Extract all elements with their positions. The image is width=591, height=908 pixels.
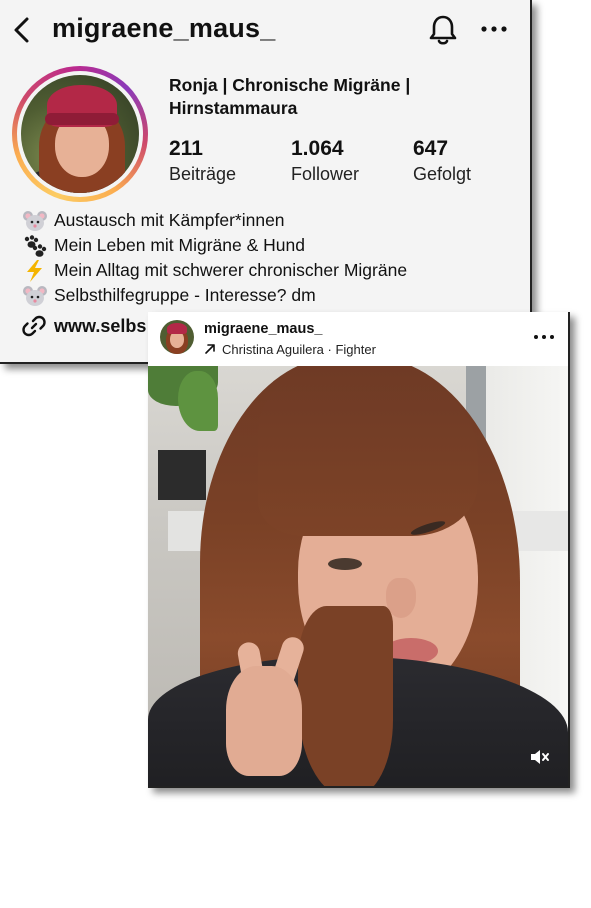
bio-line: Selbsthilfegruppe - Interesse? dm [22,283,522,308]
post-avatar[interactable] [160,320,194,354]
back-arrow-icon [14,17,29,43]
notifications-button[interactable] [427,13,459,47]
profile-display-name: Ronja | Chronische Migräne | Hirnstammau… [169,74,519,120]
paw-prints-icon [24,234,47,257]
profile-avatar-story-ring[interactable] [12,66,148,202]
bio-text-4: Selbsthilfegruppe - Interesse? dm [54,285,316,305]
stat-posts[interactable]: 211 Beiträge [169,136,236,186]
post-header: migraene_maus_ Christina Aguilera · Figh… [148,312,568,366]
profile-top-bar: migraene_maus_ [0,0,530,62]
more-icon [481,26,507,32]
mouse-face-emoji-icon [23,210,47,231]
stat-followers-label: Follower [291,164,360,184]
bio-text-3: Mein Alltag mit schwerer chronischer Mig… [54,260,408,280]
website-link-text: www.selbs [54,315,147,336]
profile-username: migraene_maus_ [52,13,276,43]
stat-posts-label: Beiträge [169,164,237,184]
stat-following[interactable]: 647 Gefolgt [413,136,471,186]
bio-line: Mein Leben mit Migräne & Hund [22,233,522,258]
post-username[interactable]: migraene_maus_ [204,321,322,337]
arrow-up-right-icon [205,344,215,354]
lightning-icon [27,259,42,282]
profile-bio: Austausch mit Kämpfer*innen Mein Leben m… [22,208,522,308]
stat-followers-count: 1.064 [291,137,344,160]
display-name-line-1: Ronja | Chronische Migräne | [169,75,411,95]
post-video[interactable] [148,366,568,786]
bell-icon [429,15,457,45]
post-screenshot: migraene_maus_ Christina Aguilera · Figh… [148,312,570,788]
bio-text-2: Mein Leben mit Migräne & Hund [54,235,305,255]
post-more-button[interactable] [531,329,557,345]
profile-website-link[interactable]: www.selbs [22,313,146,339]
post-audio-link[interactable]: Christina Aguilera · Fighter [204,341,376,357]
mouse-face-emoji-icon [23,285,47,306]
avatar [21,75,139,193]
stat-following-count: 647 [413,137,449,160]
profile-more-button[interactable] [478,16,510,42]
back-button[interactable] [8,14,36,46]
post-audio-text: Christina Aguilera · Fighter [222,341,376,357]
bio-line: Austausch mit Kämpfer*innen [22,208,522,233]
muted-speaker-icon [531,750,549,764]
stat-followers[interactable]: 1.064 Follower [291,136,359,186]
stat-following-label: Gefolgt [413,164,472,184]
profile-screenshot: migraene_maus_ Ronja | Chronische Migrän… [0,0,532,364]
link-icon [22,315,46,337]
display-name-line-2: Hirnstammaura [169,98,298,118]
bio-line: Mein Alltag mit schwerer chronischer Mig… [22,258,522,283]
more-icon [534,335,554,339]
bio-text-1: Austausch mit Kämpfer*innen [54,210,285,230]
stat-posts-count: 211 [169,137,203,160]
mute-toggle-button[interactable] [528,746,550,768]
